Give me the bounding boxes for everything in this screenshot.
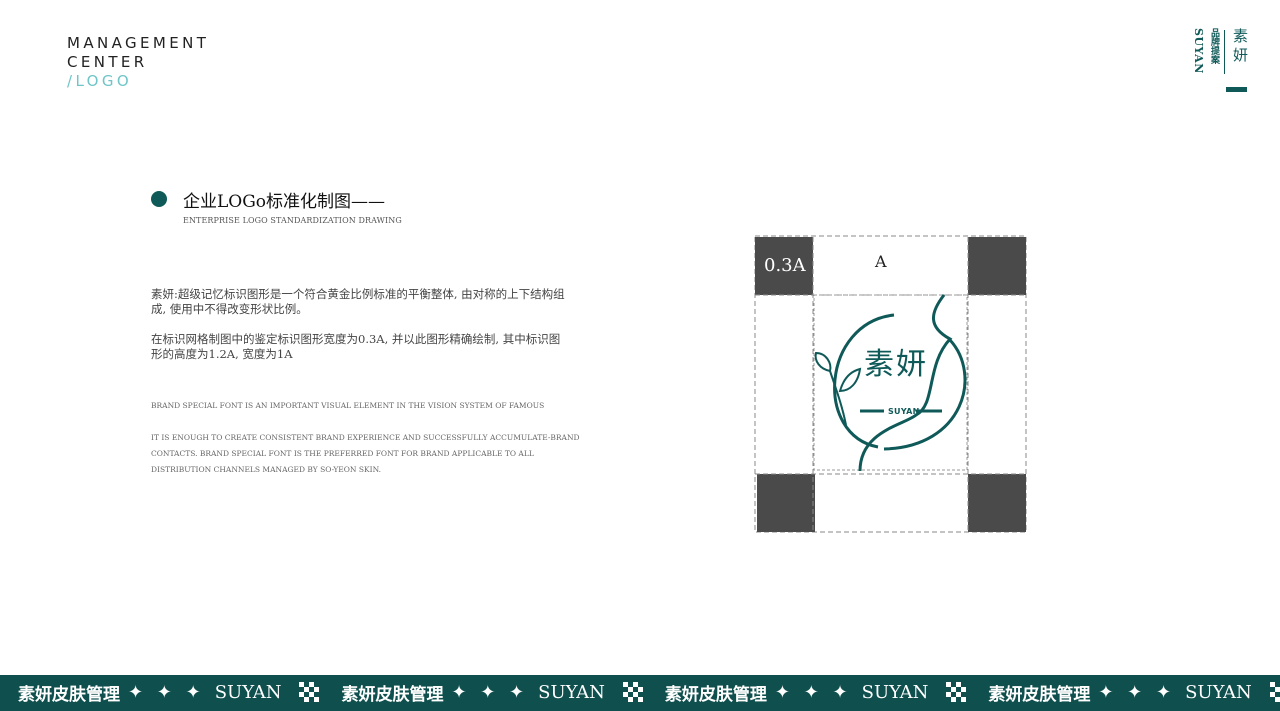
english-paragraph-2: IT IS ENOUGH TO CREATE CONSISTENT BRAND …	[151, 433, 580, 474]
logo-grid-svg	[754, 235, 1027, 533]
logo-chinese-text: 素妍	[864, 347, 928, 382]
footer-en: SUYAN	[538, 682, 605, 703]
footer-row: 素妍皮肤管理 ✦ ✦ ✦ SUYAN 素妍皮肤管理 ✦ ✦ ✦ SUYAN 素妍…	[18, 680, 1280, 705]
sparkle-icon: ✦ ✦ ✦	[128, 682, 205, 703]
footer-cn: 素妍皮肤管理	[341, 685, 444, 705]
checker-icon	[622, 681, 643, 702]
label-0-3a: 0.3A	[764, 255, 806, 276]
header-block: MANAGEMENT CENTER /LOGO	[67, 34, 209, 91]
footer-item: 素妍皮肤管理 ✦ ✦ ✦ SUYAN	[18, 680, 323, 705]
checker-icon	[1269, 681, 1280, 702]
brand-mark-cn-big: 素妍	[1231, 28, 1249, 66]
logo-leaf-2	[838, 367, 862, 393]
sparkle-icon: ✦ ✦ ✦	[774, 682, 852, 703]
corner-square-bottom-left	[757, 474, 815, 532]
logo-leaf-1	[814, 351, 832, 373]
section-title: 企业LOGo标准化制图——	[183, 192, 386, 212]
section-subtitle: ENTERPRISE LOGO STANDARDIZATION DRAWING	[183, 216, 402, 225]
english-paragraph-1: BRAND SPECIAL FONT IS AN IMPORTANT VISUA…	[151, 401, 545, 410]
footer-item: 素妍皮肤管理 ✦ ✦ ✦ SUYAN	[341, 680, 646, 705]
footer-item: 素妍皮肤管理 ✦ ✦ ✦ SUYAN	[988, 680, 1280, 705]
brand-mark-bar	[1226, 87, 1247, 92]
logo-grid-diagram: 0.3A A 素妍 SUYAN	[754, 235, 1028, 533]
footer-item: 素妍皮肤管理 ✦ ✦ ✦ SUYAN	[665, 680, 970, 705]
logo-stem-branch	[829, 370, 847, 426]
brand-mark-logo: SUYAN 品牌提案 素妍	[1186, 26, 1256, 98]
body-paragraph-2: 在标识网格制图中的鉴定标识图形宽度为0.3A, 并以此图形精确绘制, 其中标识图…	[151, 332, 561, 361]
footer-en: SUYAN	[861, 682, 929, 703]
brand-mark-en: SUYAN	[1192, 28, 1205, 74]
footer-en: SUYAN	[1185, 682, 1252, 703]
label-a: A	[875, 252, 887, 271]
body-paragraph-1: 素妍:超级记忆标识图形是一个符合黄金比例标准的平衡整体, 由对称的上下结构组成,…	[151, 287, 565, 316]
checker-icon	[946, 681, 967, 702]
footer-banner: 素妍皮肤管理 ✦ ✦ ✦ SUYAN 素妍皮肤管理 ✦ ✦ ✦ SUYAN 素妍…	[0, 675, 1280, 711]
section-bullet-icon	[151, 191, 167, 207]
footer-cn: 素妍皮肤管理	[988, 685, 1091, 705]
logo-english-text: SUYAN	[888, 407, 920, 416]
header-line-2: CENTER	[67, 53, 148, 71]
footer-cn: 素妍皮肤管理	[18, 685, 120, 705]
sparkle-icon: ✦ ✦ ✦	[1098, 682, 1176, 703]
footer-cn: 素妍皮肤管理	[664, 685, 767, 705]
brand-mark-divider	[1224, 30, 1225, 74]
checker-icon	[299, 681, 320, 702]
header-line-3: /LOGO	[67, 72, 133, 90]
footer-en: SUYAN	[214, 682, 282, 703]
corner-square-bottom-right	[968, 474, 1026, 532]
brand-mark-cn-small: 品牌提案	[1209, 28, 1219, 64]
corner-square-top-right	[968, 237, 1026, 295]
header-line-1: MANAGEMENT	[67, 34, 210, 52]
sparkle-icon: ✦ ✦ ✦	[451, 682, 529, 703]
